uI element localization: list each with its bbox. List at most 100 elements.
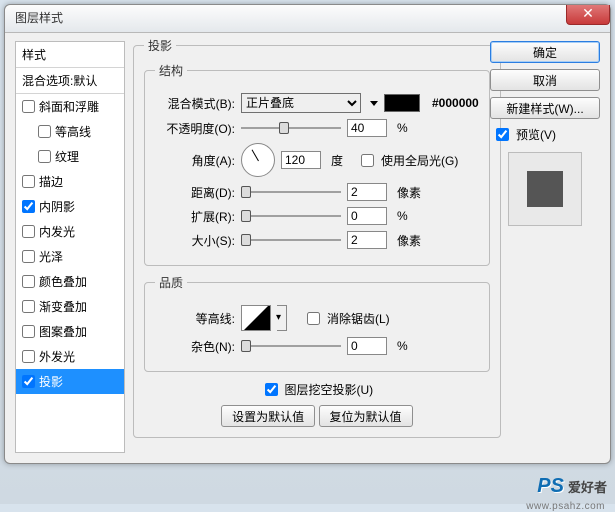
style-item-checkbox[interactable] bbox=[22, 300, 35, 313]
global-light-checkbox[interactable] bbox=[361, 154, 374, 167]
quality-legend: 品质 bbox=[155, 274, 187, 291]
knockout-checkbox[interactable] bbox=[265, 383, 278, 396]
main-panel: 投影 结构 混合模式(B): 正片叠底 #000000 不透明度(O): % bbox=[133, 37, 483, 455]
angle-dial[interactable] bbox=[241, 143, 275, 177]
structure-fieldset: 结构 混合模式(B): 正片叠底 #000000 不透明度(O): % bbox=[144, 62, 490, 266]
distance-unit: 像素 bbox=[397, 184, 421, 201]
blend-options-item[interactable]: 混合选项:默认 bbox=[16, 68, 124, 94]
distance-slider[interactable] bbox=[241, 184, 341, 200]
style-item-checkbox[interactable] bbox=[22, 200, 35, 213]
style-item-6[interactable]: 光泽 bbox=[16, 244, 124, 269]
opacity-slider[interactable] bbox=[241, 120, 341, 136]
antialias-label: 消除锯齿(L) bbox=[327, 310, 390, 327]
styles-list: 样式 混合选项:默认 斜面和浮雕等高线纹理描边内阴影内发光光泽颜色叠加渐变叠加图… bbox=[15, 41, 125, 453]
spread-input[interactable] bbox=[347, 207, 387, 225]
watermark-logo: PS bbox=[537, 475, 564, 498]
layer-style-dialog: 图层样式 ✕ 样式 混合选项:默认 斜面和浮雕等高线纹理描边内阴影内发光光泽颜色… bbox=[4, 4, 611, 464]
contour-label: 等高线: bbox=[155, 310, 235, 327]
preview-swatch bbox=[527, 171, 563, 207]
distance-label: 距离(D): bbox=[155, 184, 235, 201]
style-item-10[interactable]: 外发光 bbox=[16, 344, 124, 369]
dialog-title: 图层样式 bbox=[15, 11, 63, 25]
style-item-3[interactable]: 描边 bbox=[16, 169, 124, 194]
style-item-1[interactable]: 等高线 bbox=[16, 119, 124, 144]
percent-unit2: % bbox=[397, 209, 408, 223]
style-item-label: 等高线 bbox=[55, 123, 91, 140]
contour-swatch[interactable] bbox=[241, 305, 271, 331]
style-item-checkbox[interactable] bbox=[22, 350, 35, 363]
style-item-5[interactable]: 内发光 bbox=[16, 219, 124, 244]
style-item-checkbox[interactable] bbox=[22, 250, 35, 263]
blend-mode-label: 混合模式(B): bbox=[155, 95, 235, 112]
antialias-checkbox[interactable] bbox=[307, 312, 320, 325]
watermark-url: www.psahz.com bbox=[526, 501, 605, 512]
styles-head[interactable]: 样式 bbox=[16, 42, 124, 68]
quality-fieldset: 品质 等高线: 消除锯齿(L) 杂色(N): % bbox=[144, 274, 490, 372]
size-label: 大小(S): bbox=[155, 232, 235, 249]
structure-legend: 结构 bbox=[155, 62, 187, 79]
opacity-label: 不透明度(O): bbox=[155, 120, 235, 137]
noise-slider[interactable] bbox=[241, 338, 341, 354]
style-item-label: 渐变叠加 bbox=[39, 298, 87, 315]
preview-label: 预览(V) bbox=[516, 126, 556, 143]
preview-checkbox[interactable] bbox=[496, 128, 509, 141]
shadow-fieldset: 投影 结构 混合模式(B): 正片叠底 #000000 不透明度(O): % bbox=[133, 37, 501, 438]
style-item-4[interactable]: 内阴影 bbox=[16, 194, 124, 219]
style-item-7[interactable]: 颜色叠加 bbox=[16, 269, 124, 294]
style-item-label: 光泽 bbox=[39, 248, 63, 265]
style-item-11[interactable]: 投影 bbox=[16, 369, 124, 394]
cancel-button[interactable]: 取消 bbox=[490, 69, 600, 91]
section-title: 投影 bbox=[144, 37, 176, 54]
style-item-label: 内阴影 bbox=[39, 198, 75, 215]
style-item-label: 斜面和浮雕 bbox=[39, 98, 99, 115]
new-style-button[interactable]: 新建样式(W)... bbox=[490, 97, 600, 119]
angle-unit: 度 bbox=[331, 152, 343, 169]
style-item-checkbox[interactable] bbox=[22, 325, 35, 338]
spread-label: 扩展(R): bbox=[155, 208, 235, 225]
percent-unit: % bbox=[397, 121, 408, 135]
style-item-checkbox[interactable] bbox=[22, 100, 35, 113]
style-item-8[interactable]: 渐变叠加 bbox=[16, 294, 124, 319]
style-item-label: 描边 bbox=[39, 173, 63, 190]
size-input[interactable] bbox=[347, 231, 387, 249]
make-default-button[interactable]: 设置为默认值 bbox=[221, 405, 315, 427]
reset-default-button[interactable]: 复位为默认值 bbox=[319, 405, 413, 427]
style-item-label: 颜色叠加 bbox=[39, 273, 87, 290]
style-item-checkbox[interactable] bbox=[22, 175, 35, 188]
color-hex: #000000 bbox=[432, 96, 479, 110]
spread-slider[interactable] bbox=[241, 208, 341, 224]
distance-input[interactable] bbox=[347, 183, 387, 201]
blend-mode-select[interactable]: 正片叠底 bbox=[241, 93, 361, 113]
preview-box bbox=[508, 152, 582, 226]
contour-dropdown[interactable] bbox=[277, 305, 287, 331]
close-button[interactable]: ✕ bbox=[566, 5, 610, 25]
style-item-9[interactable]: 图案叠加 bbox=[16, 319, 124, 344]
ok-button[interactable]: 确定 bbox=[490, 41, 600, 63]
knockout-label: 图层挖空投影(U) bbox=[285, 381, 374, 398]
noise-input[interactable] bbox=[347, 337, 387, 355]
size-slider[interactable] bbox=[241, 232, 341, 248]
style-item-checkbox[interactable] bbox=[22, 225, 35, 238]
right-panel: 确定 取消 新建样式(W)... 预览(V) bbox=[490, 41, 600, 226]
style-item-label: 图案叠加 bbox=[39, 323, 87, 340]
angle-input[interactable] bbox=[281, 151, 321, 169]
style-item-label: 外发光 bbox=[39, 348, 75, 365]
chevron-down-icon bbox=[370, 101, 378, 106]
percent-unit3: % bbox=[397, 339, 408, 353]
style-item-2[interactable]: 纹理 bbox=[16, 144, 124, 169]
watermark: PS 爱好者 bbox=[537, 475, 607, 498]
style-item-label: 内发光 bbox=[39, 223, 75, 240]
angle-label: 角度(A): bbox=[155, 152, 235, 169]
shadow-color-swatch[interactable] bbox=[384, 94, 420, 112]
style-item-label: 投影 bbox=[39, 373, 63, 390]
size-unit: 像素 bbox=[397, 232, 421, 249]
titlebar[interactable]: 图层样式 ✕ bbox=[5, 5, 610, 33]
opacity-input[interactable] bbox=[347, 119, 387, 137]
style-item-0[interactable]: 斜面和浮雕 bbox=[16, 94, 124, 119]
style-item-checkbox[interactable] bbox=[38, 150, 51, 163]
watermark-text: 爱好者 bbox=[568, 477, 607, 496]
style-item-checkbox[interactable] bbox=[38, 125, 51, 138]
style-item-label: 纹理 bbox=[55, 148, 79, 165]
style-item-checkbox[interactable] bbox=[22, 275, 35, 288]
style-item-checkbox[interactable] bbox=[22, 375, 35, 388]
